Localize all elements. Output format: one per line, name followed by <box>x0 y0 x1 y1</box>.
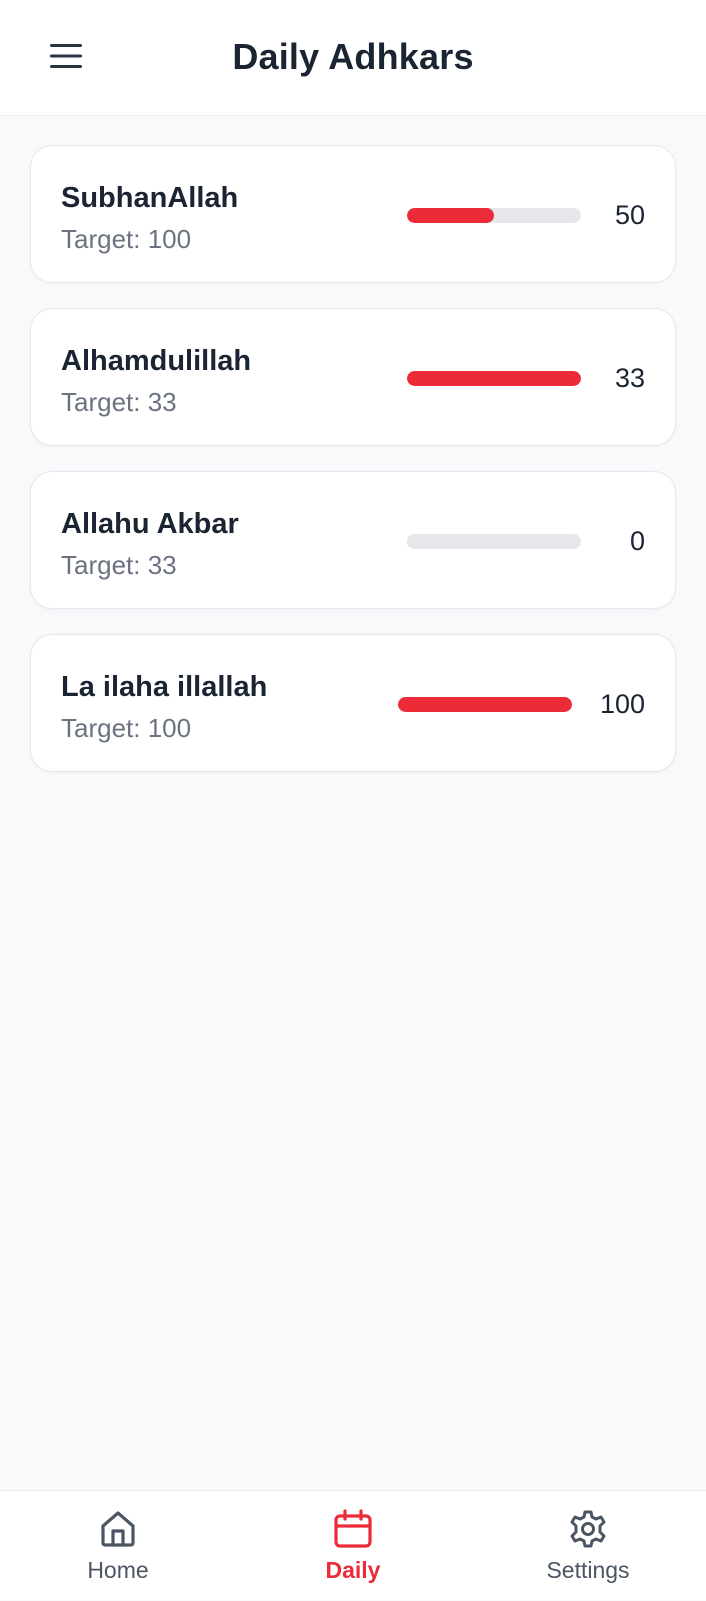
adhkar-target: Target: 33 <box>61 550 177 580</box>
nav-label-home: Home <box>87 1557 149 1583</box>
adhkar-progress-group: 0 <box>407 472 645 610</box>
progress-fill <box>397 696 572 712</box>
adhkar-count: 50 <box>614 199 645 230</box>
adhkar-name: La ilaha illallah <box>61 671 268 703</box>
progress-bar <box>407 533 581 549</box>
adhkar-list: SubhanAllah Target: 100 50 Alhamdulillah… <box>30 145 676 797</box>
adhkar-count: 0 <box>629 525 645 556</box>
adhkar-name: SubhanAllah <box>61 182 239 214</box>
adhkar-count: 100 <box>599 688 645 719</box>
adhkar-progress-group: 50 <box>407 146 645 284</box>
adhkar-target: Target: 100 <box>61 224 192 254</box>
adhkar-target: Target: 100 <box>61 713 192 743</box>
bottom-nav: Home Daily Settings <box>0 1490 706 1600</box>
nav-item-home[interactable]: Home <box>28 1491 208 1601</box>
adhkar-progress-group: 33 <box>407 309 645 447</box>
nav-item-daily[interactable]: Daily <box>263 1491 443 1601</box>
adhkar-name: Allahu Akbar <box>61 508 239 540</box>
adhkar-count: 33 <box>614 362 645 393</box>
progress-bar <box>397 696 572 712</box>
adhkar-progress-group: 100 <box>397 635 645 773</box>
page-title: Daily Adhkars <box>232 36 474 77</box>
adhkar-card-la-ilaha-illallah[interactable]: La ilaha illallah Target: 100 100 <box>30 634 676 772</box>
nav-item-settings[interactable]: Settings <box>498 1491 678 1601</box>
adhkar-name: Alhamdulillah <box>61 345 252 377</box>
nav-label-daily: Daily <box>325 1557 381 1583</box>
nav-label-settings: Settings <box>546 1557 630 1583</box>
progress-bar <box>407 370 581 386</box>
home-icon <box>96 1507 140 1551</box>
progress-bar <box>407 207 581 223</box>
app-header: Daily Adhkars <box>0 0 706 116</box>
calendar-icon <box>331 1507 375 1551</box>
adhkar-card-alhamdulillah[interactable]: Alhamdulillah Target: 33 33 <box>30 308 676 446</box>
adhkar-card-subhanallah[interactable]: SubhanAllah Target: 100 50 <box>30 145 676 283</box>
progress-fill <box>407 370 581 386</box>
progress-fill <box>407 207 494 223</box>
gear-icon <box>566 1507 610 1551</box>
adhkar-target: Target: 33 <box>61 387 177 417</box>
adhkar-card-allahu-akbar[interactable]: Allahu Akbar Target: 33 0 <box>30 471 676 609</box>
